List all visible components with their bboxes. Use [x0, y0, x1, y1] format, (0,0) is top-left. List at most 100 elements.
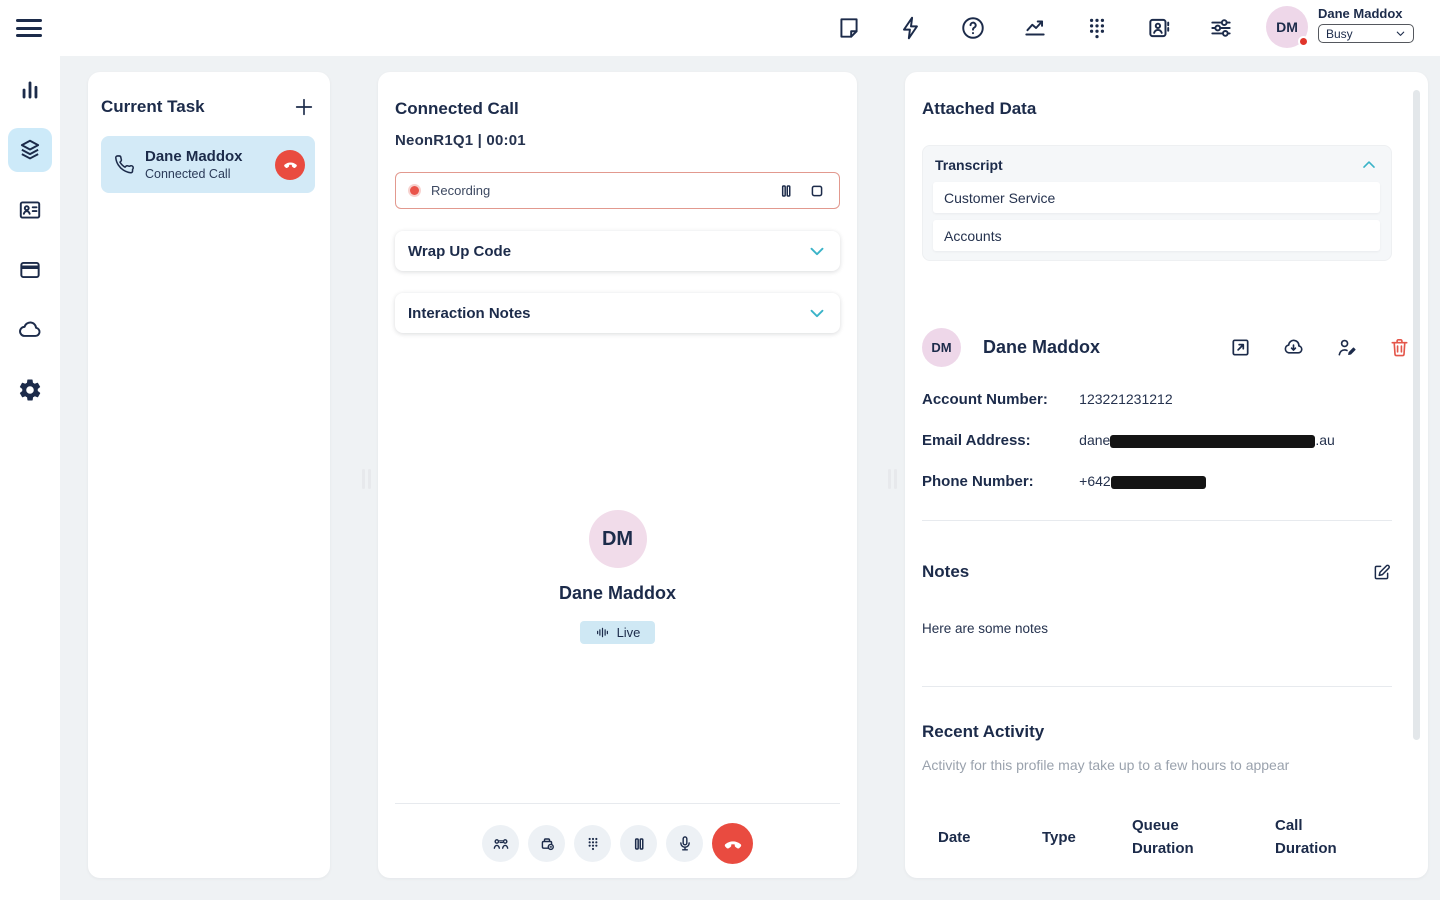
divider — [922, 520, 1392, 521]
sidebar-item-tasks[interactable] — [8, 128, 52, 172]
stats-icon — [17, 77, 43, 103]
sidebar-item-settings[interactable] — [8, 368, 52, 412]
edit-profile-icon[interactable] — [1335, 336, 1358, 359]
hamburger-icon[interactable] — [16, 15, 44, 41]
note-icon[interactable] — [836, 15, 862, 41]
task-card[interactable]: Dane Maddox Connected Call — [101, 136, 315, 193]
column-header-queue-duration: Queue Duration — [1132, 814, 1275, 861]
phone-row: Phone Number: +642 — [922, 473, 1206, 490]
delete-icon[interactable] — [1388, 336, 1411, 359]
user-name: Dane Maddox — [1318, 6, 1414, 21]
transfer-button[interactable] — [482, 825, 519, 862]
contacts-icon[interactable] — [1146, 15, 1172, 41]
stop-recording-icon[interactable] — [807, 181, 827, 201]
pause-recording-icon[interactable] — [776, 181, 796, 201]
help-icon[interactable] — [960, 15, 986, 41]
profile-avatar: DM — [922, 328, 961, 367]
sidebar-item-contacts[interactable] — [8, 188, 52, 232]
account-number-value: 123221231212 — [1079, 391, 1172, 407]
recording-bar: Recording — [395, 172, 840, 209]
column-header-type: Type — [1042, 826, 1132, 849]
record-device-button[interactable] — [528, 825, 565, 862]
mic-icon — [675, 834, 695, 854]
waveform-icon — [595, 625, 610, 640]
chevron-down-icon — [1395, 28, 1406, 39]
top-bar: DM Dane Maddox Busy — [0, 0, 1440, 56]
open-external-icon[interactable] — [1229, 336, 1252, 359]
phone-label: Phone Number: — [922, 473, 1075, 490]
add-task-icon[interactable] — [293, 96, 315, 118]
chart-icon[interactable] — [1022, 15, 1048, 41]
status-select-value: Busy — [1326, 27, 1353, 41]
notes-content: Here are some notes — [922, 621, 1048, 636]
recent-activity-header: Date Type Queue Duration Call Duration — [938, 814, 1395, 861]
contact-name: Dane Maddox — [559, 583, 676, 604]
end-call-button[interactable] — [275, 150, 305, 180]
call-panel-title: Connected Call — [395, 99, 519, 119]
interaction-notes-accordion[interactable]: Interaction Notes — [395, 293, 840, 333]
record-device-icon — [537, 834, 557, 854]
dialpad-icon — [583, 834, 603, 854]
live-label: Live — [617, 625, 641, 640]
transcript-item[interactable]: Customer Service — [933, 182, 1380, 213]
sidebar-item-browser[interactable] — [8, 248, 52, 292]
scrollbar[interactable] — [1413, 90, 1420, 740]
wrap-up-code-label: Wrap Up Code — [408, 243, 511, 260]
column-header-date: Date — [938, 826, 1042, 849]
transcript-item[interactable]: Accounts — [933, 220, 1380, 251]
lightning-icon[interactable] — [898, 15, 924, 41]
hold-button[interactable] — [620, 825, 657, 862]
panel-resize-handle[interactable] — [362, 469, 372, 489]
current-task-panel: Current Task Dane Maddox Connected Call — [88, 72, 330, 878]
dialpad-icon[interactable] — [1084, 15, 1110, 41]
transcript-title: Transcript — [935, 157, 1003, 173]
recent-activity-subtitle: Activity for this profile may take up to… — [922, 757, 1289, 773]
user-cluster: DM Dane Maddox Busy — [1266, 6, 1414, 48]
account-number-row: Account Number: 123221231212 — [922, 391, 1173, 408]
email-value: dane.au — [1079, 432, 1335, 448]
end-call-button[interactable] — [712, 823, 753, 864]
account-number-label: Account Number: — [922, 391, 1075, 408]
chevron-up-icon[interactable] — [1359, 155, 1379, 175]
layers-icon — [17, 137, 43, 163]
top-bar-icons — [836, 0, 1234, 56]
phone-value: +642 — [1079, 473, 1206, 489]
dialpad-button[interactable] — [574, 825, 611, 862]
notes-title: Notes — [922, 562, 969, 582]
edit-notes-icon[interactable] — [1371, 562, 1392, 583]
sidebar-item-stats[interactable] — [8, 68, 52, 112]
transfer-icon — [491, 834, 511, 854]
status-select[interactable]: Busy — [1318, 24, 1414, 43]
profile-actions — [1229, 336, 1411, 359]
mute-button[interactable] — [666, 825, 703, 862]
redaction-bar — [1111, 476, 1206, 489]
attached-data-panel: Attached Data Transcript Customer Servic… — [905, 72, 1428, 878]
end-call-icon — [282, 156, 299, 173]
contact-avatar: DM — [589, 510, 647, 568]
idcard-icon — [17, 197, 43, 223]
column-header-call-duration: Call Duration — [1275, 814, 1395, 861]
sidebar-item-cloud[interactable] — [8, 308, 52, 352]
end-call-icon — [722, 833, 744, 855]
attached-data-title: Attached Data — [922, 99, 1036, 119]
recent-activity-title: Recent Activity — [922, 722, 1044, 742]
wrap-up-code-accordion[interactable]: Wrap Up Code — [395, 231, 840, 271]
live-badge: Live — [580, 621, 656, 644]
email-label: Email Address: — [922, 432, 1075, 449]
divider — [922, 686, 1392, 687]
left-rail — [0, 56, 60, 900]
avatar-initials: DM — [1276, 19, 1298, 35]
chevron-down-icon[interactable] — [806, 240, 828, 262]
window-icon — [17, 257, 43, 283]
avatar[interactable]: DM — [1266, 6, 1308, 48]
panel-resize-handle[interactable] — [888, 469, 898, 489]
redaction-bar — [1110, 435, 1315, 448]
transcript-card: Transcript Customer Service Accounts — [922, 145, 1392, 261]
sliders-icon[interactable] — [1208, 15, 1234, 41]
task-name: Dane Maddox — [145, 148, 243, 167]
recording-label: Recording — [431, 183, 490, 198]
current-task-title: Current Task — [101, 97, 205, 117]
interaction-notes-label: Interaction Notes — [408, 305, 531, 322]
chevron-down-icon[interactable] — [806, 302, 828, 324]
cloud-download-icon[interactable] — [1282, 336, 1305, 359]
